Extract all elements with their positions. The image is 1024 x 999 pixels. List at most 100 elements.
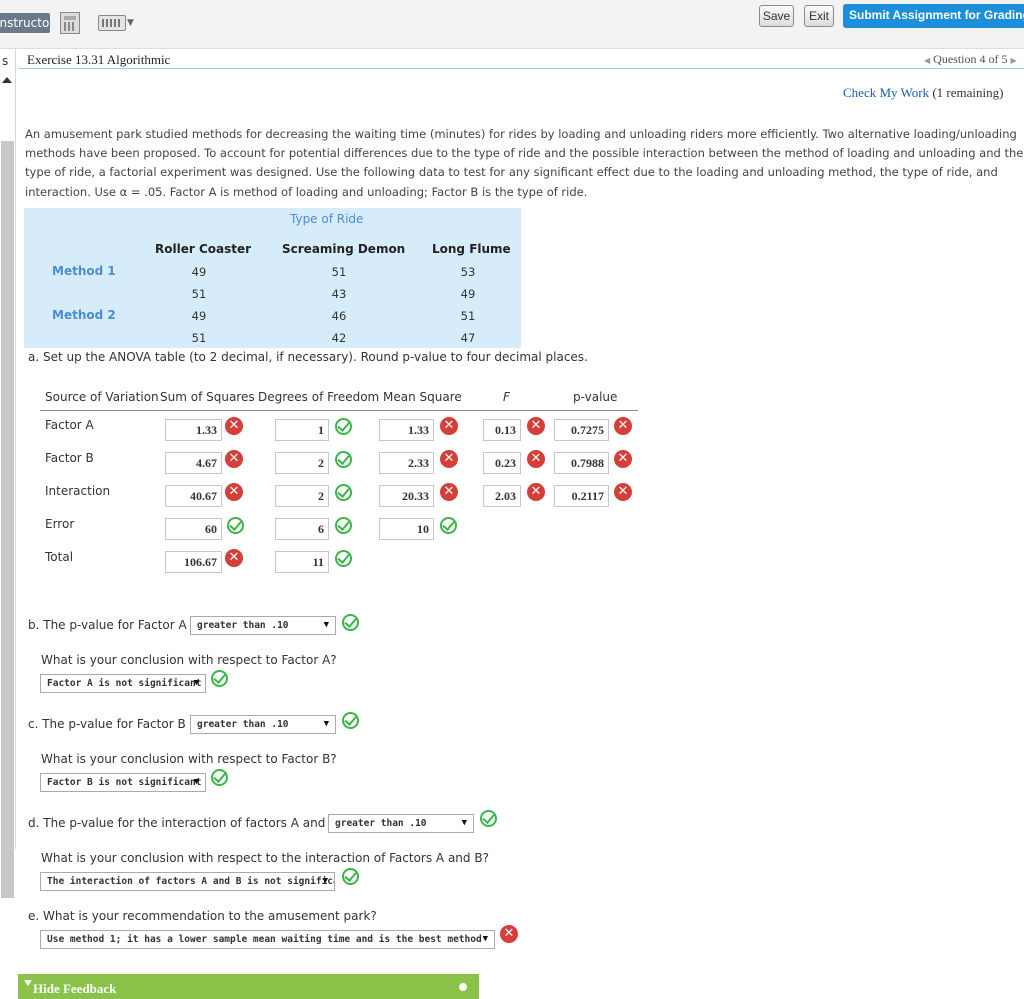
check-my-work: Check My Work (1 remaining) bbox=[843, 85, 1003, 101]
problem-prompt: An amusement park studied methods for de… bbox=[25, 127, 1024, 199]
table-cell: 42 bbox=[331, 331, 347, 345]
correct-check-icon bbox=[335, 418, 352, 435]
anova-row-label: Error bbox=[45, 517, 75, 531]
incorrect-icon: ✕ bbox=[500, 925, 518, 943]
scroll-up-arrow-icon[interactable] bbox=[2, 77, 12, 83]
df-interaction-input[interactable]: 2 bbox=[275, 485, 329, 507]
question-nav: ◀ Question 4 of 5 ▶ bbox=[924, 52, 1017, 67]
ms-error-input[interactable]: 10 bbox=[379, 518, 434, 540]
row-header-method-1: Method 1 bbox=[52, 264, 116, 278]
hide-feedback-label: Hide Feedback bbox=[33, 981, 117, 996]
next-question-icon[interactable]: ▶ bbox=[1010, 56, 1016, 65]
part-d-conclusion-select[interactable]: The interaction of factors A and B is no… bbox=[40, 872, 335, 891]
p-interaction-input[interactable]: 0.2117 bbox=[554, 485, 609, 507]
correct-check-icon bbox=[342, 868, 359, 885]
prev-question-icon[interactable]: ◀ bbox=[924, 56, 930, 65]
save-button[interactable]: Save bbox=[759, 5, 794, 27]
correct-check-icon bbox=[440, 517, 457, 534]
df-factor-a-input[interactable]: 1 bbox=[275, 419, 329, 441]
f-factor-b-input[interactable]: 0.23 bbox=[483, 452, 521, 474]
incorrect-icon: ✕ bbox=[225, 549, 243, 567]
left-sidebar-strip: s bbox=[0, 49, 16, 898]
correct-check-icon bbox=[335, 451, 352, 468]
ms-factor-b-input[interactable]: 2.33 bbox=[379, 452, 434, 474]
calculator-icon[interactable] bbox=[60, 12, 80, 34]
table-cell: 51 bbox=[460, 309, 476, 323]
correct-check-icon bbox=[342, 712, 359, 729]
chevron-down-icon: ▼ bbox=[461, 818, 467, 828]
anova-row-label: Total bbox=[45, 550, 74, 564]
ss-factor-a-input[interactable]: 1.33 bbox=[165, 419, 222, 441]
incorrect-icon: ✕ bbox=[527, 417, 545, 435]
scrollbar[interactable] bbox=[1, 141, 14, 898]
ss-interaction-input[interactable]: 40.67 bbox=[165, 485, 222, 507]
correct-check-icon bbox=[211, 769, 228, 786]
anova-header-f: F bbox=[503, 390, 510, 404]
chevron-down-icon: ▼ bbox=[482, 934, 488, 944]
chevron-down-icon: ▼ bbox=[322, 876, 328, 886]
pencil-icon[interactable] bbox=[459, 983, 467, 991]
hide-feedback-bar[interactable]: Hide Feedback bbox=[18, 974, 479, 999]
df-total-input[interactable]: 11 bbox=[275, 551, 329, 573]
keyboard-icon[interactable] bbox=[98, 15, 126, 31]
sidebar-label: s bbox=[2, 54, 9, 68]
correct-check-icon bbox=[211, 670, 228, 687]
check-remaining: (1 remaining) bbox=[932, 85, 1004, 100]
part-e-recommendation-select[interactable]: Use method 1; it has a lower sample mean… bbox=[40, 930, 495, 949]
p-factor-a-input[interactable]: 0.7275 bbox=[554, 419, 609, 441]
part-c-pvalue-select[interactable]: greater than .10 ▼ bbox=[190, 715, 336, 734]
df-error-input[interactable]: 6 bbox=[275, 518, 329, 540]
chevron-down-icon: ▼ bbox=[193, 777, 199, 787]
correct-check-icon bbox=[335, 517, 352, 534]
chevron-down-icon: ▼ bbox=[193, 678, 199, 688]
anova-header-df: Degrees of Freedom bbox=[258, 390, 380, 404]
df-factor-b-input[interactable]: 2 bbox=[275, 452, 329, 474]
instructor-button[interactable]: Instructor bbox=[0, 13, 50, 33]
part-b-pvalue-select[interactable]: greater than .10 ▼ bbox=[190, 616, 336, 635]
table-cell: 46 bbox=[331, 309, 347, 323]
table-caption: Type of Ride bbox=[290, 212, 364, 226]
ss-total-input[interactable]: 106.67 bbox=[165, 551, 222, 573]
ms-factor-a-input[interactable]: 1.33 bbox=[379, 419, 434, 441]
ms-interaction-input[interactable]: 20.33 bbox=[379, 485, 434, 507]
part-c-conclusion-select[interactable]: Factor B is not significant ▼ bbox=[40, 773, 206, 792]
exit-button[interactable]: Exit bbox=[804, 5, 834, 27]
anova-row-label: Factor A bbox=[45, 418, 94, 432]
p-factor-b-input[interactable]: 0.7988 bbox=[554, 452, 609, 474]
incorrect-icon: ✕ bbox=[614, 450, 632, 468]
table-cell: 49 bbox=[460, 287, 476, 301]
part-b-conclusion-value: Factor A is not significant bbox=[47, 678, 202, 689]
correct-check-icon bbox=[335, 550, 352, 567]
chevron-down-icon: ▼ bbox=[323, 620, 329, 630]
correct-check-icon bbox=[480, 810, 497, 827]
anova-row-label: Factor B bbox=[45, 451, 94, 465]
part-d-pvalue-select[interactable]: greater than .10 ▼ bbox=[328, 814, 474, 833]
anova-header-ms: Mean Square bbox=[383, 390, 462, 404]
f-interaction-input[interactable]: 2.03 bbox=[483, 485, 521, 507]
table-cell: 51 bbox=[331, 265, 347, 279]
row-header-method-2: Method 2 bbox=[52, 308, 116, 322]
incorrect-icon: ✕ bbox=[614, 483, 632, 501]
incorrect-icon: ✕ bbox=[440, 450, 458, 468]
part-b-question: b. The p-value for Factor A is bbox=[28, 618, 201, 632]
incorrect-icon: ✕ bbox=[614, 417, 632, 435]
part-a-instruction: a. Set up the ANOVA table (to 2 decimal,… bbox=[28, 350, 588, 364]
submit-assignment-button[interactable]: Submit Assignment for Grading bbox=[843, 4, 1024, 28]
header-divider bbox=[18, 68, 1024, 69]
chevron-down-icon[interactable]: ▼ bbox=[127, 18, 134, 28]
incorrect-icon: ✕ bbox=[527, 483, 545, 501]
part-c-conclusion-value: Factor B is not significant bbox=[47, 777, 202, 788]
top-toolbar: Instructor ▼ Save Exit Submit Assignment… bbox=[0, 0, 1024, 49]
f-factor-a-input[interactable]: 0.13 bbox=[483, 419, 521, 441]
ss-factor-b-input[interactable]: 4.67 bbox=[165, 452, 222, 474]
part-d-question: d. The p-value for the interaction of fa… bbox=[28, 816, 351, 830]
ss-error-input[interactable]: 60 bbox=[165, 518, 222, 540]
correct-check-icon bbox=[227, 517, 244, 534]
check-my-work-link[interactable]: Check My Work bbox=[843, 85, 929, 100]
part-b-conclusion-select[interactable]: Factor A is not significant ▼ bbox=[40, 674, 206, 693]
table-cell: 43 bbox=[331, 287, 347, 301]
correct-check-icon bbox=[342, 614, 359, 631]
part-e-select-value: Use method 1; it has a lower sample mean… bbox=[47, 934, 482, 945]
part-d-conclusion-question: What is your conclusion with respect to … bbox=[41, 851, 489, 865]
exercise-title: Exercise 13.31 Algorithmic bbox=[27, 52, 171, 67]
